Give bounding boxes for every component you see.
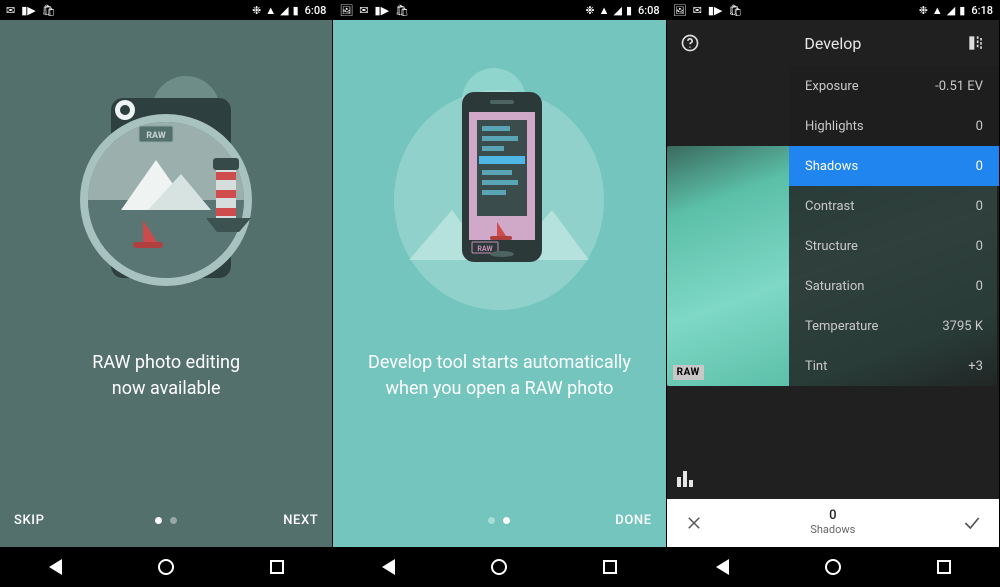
clock: 6:18 — [971, 4, 993, 17]
onboarding-body: RAW RAW photo editing now available SKIP… — [0, 20, 332, 547]
slider-row-highlights[interactable]: Highlights 0 — [789, 106, 999, 146]
dot-1[interactable] — [155, 517, 162, 524]
help-icon[interactable] — [679, 32, 701, 54]
mail-icon: ✉ — [359, 4, 368, 17]
onboarding-headline: Develop tool starts automatically when y… — [348, 350, 651, 402]
status-bar: ✉ ▮▶ 🛍 ❉ ▲ ◢ ▮ 6:08 — [0, 0, 332, 20]
wifi-icon: ▲ — [265, 4, 276, 17]
develop-header: Develop — [667, 20, 999, 66]
nav-back-button[interactable] — [712, 557, 732, 577]
status-bar: 🖼 ✉ ▮▶ 🛍 ❉ ▲ ◢ ▮ 6:08 — [333, 0, 665, 20]
onboarding-body: RAW Develop tool starts automatically wh… — [333, 20, 665, 547]
dot-1[interactable] — [488, 517, 495, 524]
current-slider-readout[interactable]: 0 Shadows — [705, 509, 961, 537]
slider-row-shadows[interactable]: Shadows 0 — [789, 146, 999, 186]
battery-icon: ▮ — [626, 4, 632, 17]
clock: 6:08 — [638, 4, 660, 17]
nav-recent-button[interactable] — [934, 557, 954, 577]
done-button[interactable]: DONE — [615, 513, 651, 528]
nav-home-button[interactable] — [823, 557, 843, 577]
illustration-phone: RAW — [384, 50, 614, 310]
wifi-icon: ▲ — [599, 4, 610, 17]
image-icon: 🖼 — [339, 4, 353, 17]
onboarding-headline: RAW photo editing now available — [72, 350, 260, 402]
slider-name: Shadows — [805, 159, 858, 174]
nav-bar — [333, 547, 665, 587]
svg-text:RAW: RAW — [478, 245, 494, 253]
histogram-icon[interactable] — [677, 471, 697, 491]
store-icon: 🛍 — [395, 4, 409, 17]
screen-title: Develop — [701, 34, 965, 53]
signal-icon: ◢ — [280, 4, 288, 17]
battery-icon: ▮ — [293, 4, 299, 17]
page-dots — [488, 517, 510, 524]
nav-recent-button[interactable] — [267, 557, 287, 577]
slider-name: Structure — [805, 239, 858, 254]
slider-name: Contrast — [805, 199, 855, 214]
nav-bar — [667, 547, 999, 587]
slider-value: -0.51 EV — [935, 79, 983, 94]
battery-icon: ▮ — [959, 4, 965, 17]
mail-icon: ✉ — [6, 4, 15, 17]
nav-back-button[interactable] — [379, 557, 399, 577]
slider-name: Tint — [805, 359, 827, 374]
skip-button[interactable]: SKIP — [14, 513, 44, 528]
dot-2[interactable] — [170, 517, 177, 524]
next-button[interactable]: NEXT — [283, 513, 318, 528]
slider-value: 0 — [976, 239, 983, 254]
slider-name: Temperature — [805, 319, 878, 334]
slider-name: Exposure — [805, 79, 859, 94]
illustration-raw-card: RAW — [51, 50, 281, 310]
page-dots — [155, 517, 177, 524]
cancel-button[interactable] — [683, 512, 705, 534]
signal-icon: ◢ — [613, 4, 621, 17]
slider-row-exposure[interactable]: Exposure -0.51 EV — [789, 66, 999, 106]
compare-icon[interactable] — [965, 32, 987, 54]
nav-home-button[interactable] — [489, 557, 509, 577]
bluetooth-icon: ❉ — [919, 4, 928, 17]
slider-row-saturation[interactable]: Saturation 0 — [789, 266, 999, 306]
slider-value: 0 — [976, 279, 983, 294]
develop-footer: 0 Shadows — [667, 499, 999, 547]
store-icon: 🛍 — [728, 4, 742, 17]
nav-home-button[interactable] — [156, 557, 176, 577]
status-bar: 🖼 ✉ ▮▶ 🛍 ❉ ▲ ◢ ▮ 6:18 — [667, 0, 999, 20]
slider-value: 3795 K — [942, 319, 983, 334]
slider-row-contrast[interactable]: Contrast 0 — [789, 186, 999, 226]
tag-icon: ▮▶ — [21, 4, 36, 17]
sliders-panel: Exposure-0.51 EVHighlights0Shadows0Contr… — [789, 66, 999, 386]
bluetooth-icon: ❉ — [585, 4, 594, 17]
bluetooth-icon: ❉ — [252, 4, 261, 17]
develop-screen: 🖼 ✉ ▮▶ 🛍 ❉ ▲ ◢ ▮ 6:18 Develop RAW Exposu… — [667, 0, 1000, 587]
svg-text:RAW: RAW — [146, 131, 166, 141]
onboarding-screen-2: 🖼 ✉ ▮▶ 🛍 ❉ ▲ ◢ ▮ 6:08 — [333, 0, 666, 587]
slider-row-tint[interactable]: Tint +3 — [789, 346, 999, 386]
signal-icon: ◢ — [947, 4, 955, 17]
slider-row-temperature[interactable]: Temperature 3795 K — [789, 306, 999, 346]
slider-value: 0 — [976, 119, 983, 134]
tag-icon: ▮▶ — [708, 4, 723, 17]
dot-2[interactable] — [503, 517, 510, 524]
store-icon: 🛍 — [42, 4, 56, 17]
nav-recent-button[interactable] — [600, 557, 620, 577]
nav-back-button[interactable] — [45, 557, 65, 577]
slider-value: 0 — [976, 199, 983, 214]
slider-value: +3 — [968, 359, 983, 374]
mail-icon: ✉ — [693, 4, 702, 17]
slider-row-structure[interactable]: Structure 0 — [789, 226, 999, 266]
onboarding-screen-1: ✉ ▮▶ 🛍 ❉ ▲ ◢ ▮ 6:08 — [0, 0, 333, 587]
apply-button[interactable] — [961, 512, 983, 534]
image-icon: 🖼 — [673, 4, 687, 17]
wifi-icon: ▲ — [932, 4, 943, 17]
raw-badge: RAW — [673, 365, 704, 380]
clock: 6:08 — [305, 4, 327, 17]
slider-name: Saturation — [805, 279, 864, 294]
slider-name: Highlights — [805, 119, 864, 134]
nav-bar — [0, 547, 332, 587]
slider-value: 0 — [976, 159, 983, 174]
develop-body: RAW Exposure-0.51 EVHighlights0Shadows0C… — [667, 66, 999, 499]
tag-icon: ▮▶ — [375, 4, 390, 17]
